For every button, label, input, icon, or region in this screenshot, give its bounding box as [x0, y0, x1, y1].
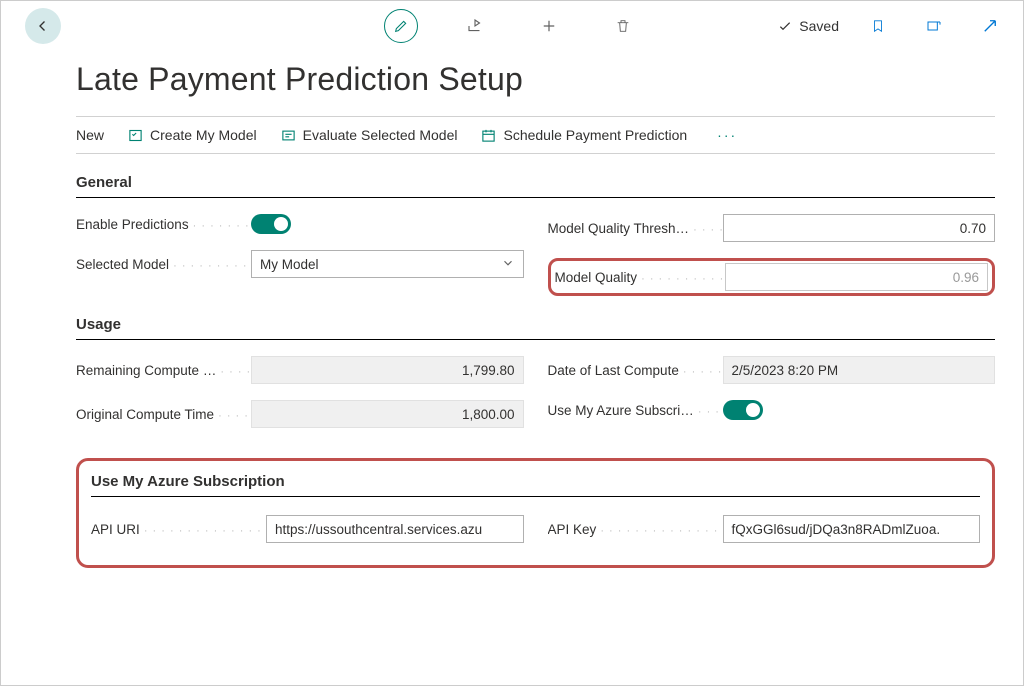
label-model-quality-threshold: Model Quality Thresh… — [548, 221, 723, 236]
check-icon — [777, 18, 793, 34]
value-remaining-compute-box: 1,799.80 — [251, 356, 524, 384]
pencil-icon — [393, 18, 409, 34]
popout-button[interactable] — [917, 9, 951, 43]
value-model-quality-threshold: 0.70 — [960, 221, 986, 236]
label-model-quality: Model Quality — [555, 270, 725, 285]
field-model-quality: Model Quality 0.96 — [555, 263, 989, 291]
toggle-use-azure-sub[interactable] — [723, 400, 763, 420]
right-toolbar: Saved — [777, 9, 1007, 43]
delete-button[interactable] — [606, 9, 640, 43]
field-selected-model: Selected Model My Model — [76, 250, 524, 278]
action-evaluate-label: Evaluate Selected Model — [303, 127, 458, 143]
value-api-key: fQxGGl6sud/jDQa3n8RADmlZuoa. — [732, 522, 941, 537]
new-button[interactable] — [532, 9, 566, 43]
edit-button[interactable] — [384, 9, 418, 43]
field-use-azure-sub: Use My Azure Subscri… — [548, 400, 996, 420]
page-content: Late Payment Prediction Setup New Create… — [1, 61, 1023, 568]
input-model-quality: 0.96 — [725, 263, 989, 291]
chevron-down-icon — [501, 256, 515, 270]
label-remaining-compute: Remaining Compute … — [76, 363, 251, 378]
input-api-key[interactable]: fQxGGl6sud/jDQa3n8RADmlZuoa. — [723, 515, 981, 543]
section-azure: Use My Azure Subscription API URI https:… — [76, 458, 995, 568]
action-schedule-label: Schedule Payment Prediction — [503, 127, 687, 143]
back-button[interactable] — [25, 8, 61, 44]
label-original-compute: Original Compute Time — [76, 407, 251, 422]
field-model-quality-threshold: Model Quality Thresh… 0.70 — [548, 214, 996, 242]
value-remaining-compute: 1,799.80 — [462, 363, 515, 378]
value-original-compute: 1,800.00 — [462, 407, 515, 422]
label-api-uri: API URI — [91, 522, 266, 537]
bookmark-icon — [871, 17, 885, 35]
field-date-last-compute: Date of Last Compute 2/5/2023 8:20 PM — [548, 356, 996, 384]
calendar-icon — [481, 128, 496, 143]
input-api-uri[interactable]: https://ussouthcentral.services.azu — [266, 515, 524, 543]
section-general-title: General — [76, 174, 995, 198]
action-schedule[interactable]: Schedule Payment Prediction — [481, 127, 687, 143]
value-api-uri: https://ussouthcentral.services.azu — [275, 522, 482, 537]
value-model-quality: 0.96 — [953, 270, 979, 285]
field-remaining-compute: Remaining Compute … 1,799.80 — [76, 356, 524, 384]
label-api-key: API Key — [548, 522, 723, 537]
input-model-quality-threshold[interactable]: 0.70 — [723, 214, 996, 242]
bookmark-button[interactable] — [861, 9, 895, 43]
section-usage: Usage Remaining Compute … 1,799.80 Origi… — [76, 316, 995, 428]
field-enable-predictions: Enable Predictions — [76, 214, 524, 234]
action-create-model[interactable]: Create My Model — [128, 127, 257, 143]
action-bar: New Create My Model Evaluate Selected Mo… — [76, 116, 995, 154]
plus-icon — [540, 17, 558, 35]
more-actions[interactable]: ··· — [711, 127, 737, 143]
top-bar: Saved — [1, 1, 1023, 51]
arrow-left-icon — [34, 17, 52, 35]
highlight-model-quality: Model Quality 0.96 — [548, 258, 996, 296]
checklist-icon — [128, 128, 143, 143]
card-list-icon — [281, 128, 296, 143]
trash-icon — [615, 17, 631, 35]
section-general: General Enable Predictions Selected Mode… — [76, 174, 995, 296]
expand-icon — [981, 17, 999, 35]
saved-label: Saved — [799, 18, 839, 34]
value-date-last-compute: 2/5/2023 8:20 PM — [732, 363, 839, 378]
select-selected-model[interactable]: My Model — [251, 250, 524, 278]
label-enable-predictions: Enable Predictions — [76, 217, 251, 232]
action-evaluate[interactable]: Evaluate Selected Model — [281, 127, 458, 143]
section-azure-title: Use My Azure Subscription — [91, 473, 980, 497]
action-new[interactable]: New — [76, 127, 104, 143]
share-icon — [466, 17, 484, 35]
label-date-last-compute: Date of Last Compute — [548, 363, 723, 378]
action-create-model-label: Create My Model — [150, 127, 257, 143]
field-original-compute: Original Compute Time 1,800.00 — [76, 400, 524, 428]
expand-button[interactable] — [973, 9, 1007, 43]
popout-icon — [925, 18, 943, 34]
select-selected-model-value: My Model — [260, 257, 319, 272]
toggle-enable-predictions[interactable] — [251, 214, 291, 234]
section-usage-title: Usage — [76, 316, 995, 340]
field-api-key: API Key fQxGGl6sud/jDQa3n8RADmlZuoa. — [548, 515, 981, 543]
label-selected-model: Selected Model — [76, 257, 251, 272]
value-original-compute-box: 1,800.00 — [251, 400, 524, 428]
saved-indicator: Saved — [777, 18, 839, 34]
value-date-last-compute-box: 2/5/2023 8:20 PM — [723, 356, 996, 384]
page-title: Late Payment Prediction Setup — [76, 61, 995, 98]
field-api-uri: API URI https://ussouthcentral.services.… — [91, 515, 524, 543]
share-button[interactable] — [458, 9, 492, 43]
label-use-azure-sub: Use My Azure Subscri… — [548, 403, 723, 418]
center-toolbar — [384, 9, 640, 43]
action-new-label: New — [76, 127, 104, 143]
